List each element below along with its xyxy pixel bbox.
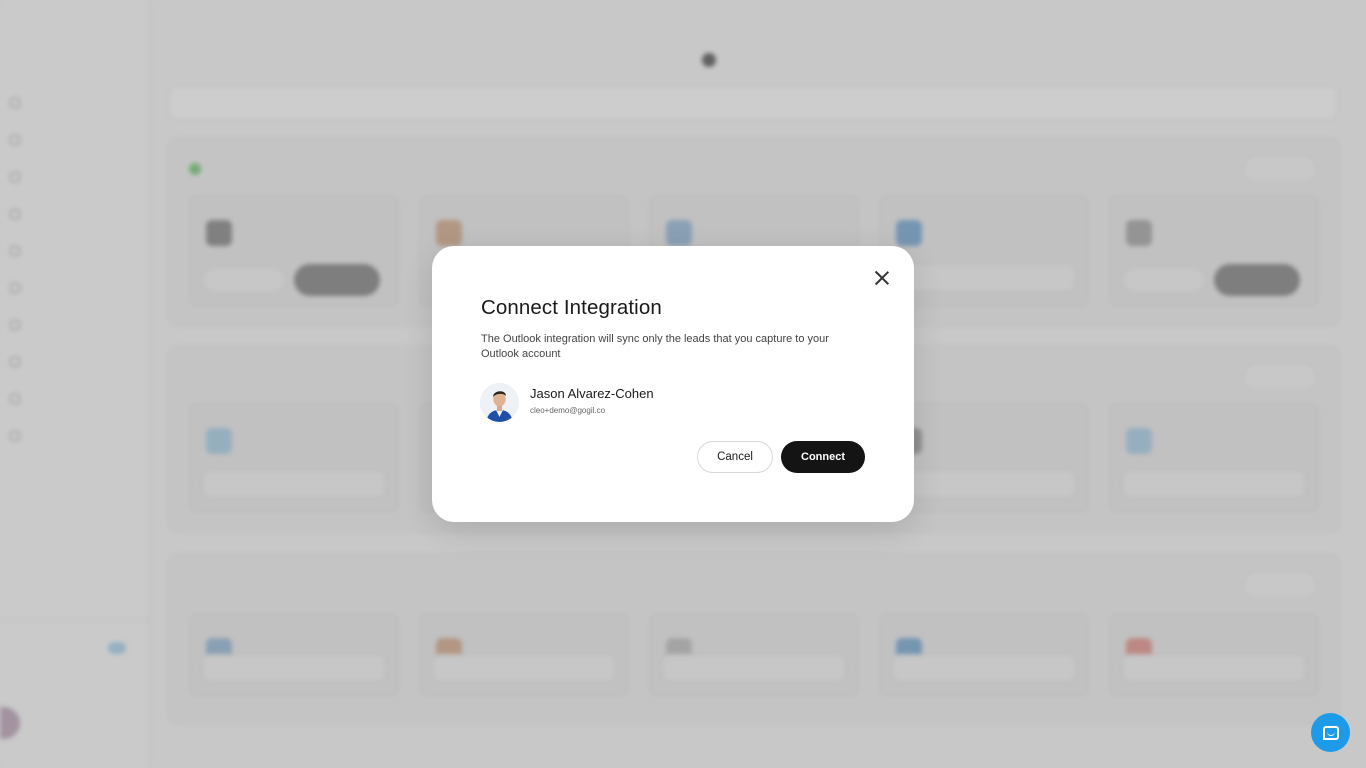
user-email: cleo+demo@gogil.co xyxy=(530,406,606,415)
connect-integration-modal: Connect Integration The Outlook integrat… xyxy=(432,246,914,522)
modal-description: The Outlook integration will sync only t… xyxy=(481,333,829,360)
close-icon[interactable] xyxy=(872,268,892,288)
cancel-button[interactable]: Cancel xyxy=(697,441,773,473)
avatar-photo xyxy=(480,383,519,422)
user-name: Jason Alvarez-Cohen xyxy=(530,386,654,401)
avatar xyxy=(480,383,519,422)
connect-button[interactable]: Connect xyxy=(781,441,865,473)
chat-icon xyxy=(1322,725,1339,740)
chat-launcher-button[interactable] xyxy=(1311,713,1350,752)
user-account: Jason Alvarez-Cohen cleo+demo@gogil.co xyxy=(480,383,654,422)
modal-title: Connect Integration xyxy=(481,296,662,319)
